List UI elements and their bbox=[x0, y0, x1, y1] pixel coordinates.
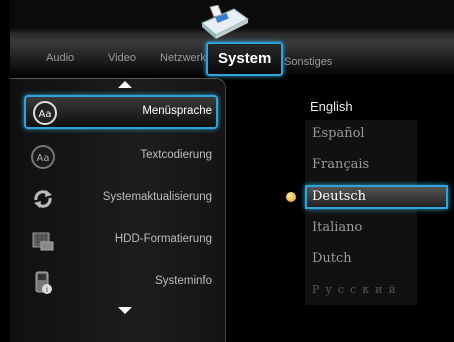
menu-item-label: Systeminfo bbox=[155, 275, 212, 287]
media-player-device-icon bbox=[201, 5, 249, 39]
menu-item-textcodierung[interactable]: Aa Textcodierung bbox=[20, 139, 216, 173]
language-option-russian[interactable]: Русский bbox=[312, 283, 402, 296]
current-language: English bbox=[310, 99, 353, 114]
category-tabs: Audio Video Netzwerk System Sonstiges bbox=[10, 42, 454, 78]
menu-item-label: HDD-Formatierung bbox=[114, 233, 212, 245]
svg-text:Aa: Aa bbox=[39, 109, 52, 120]
language-option-espanol[interactable]: Español bbox=[312, 126, 365, 141]
settings-screen: Audio Video Netzwerk System Sonstiges Aa… bbox=[0, 0, 454, 342]
language-option-francais[interactable]: Français bbox=[312, 157, 369, 172]
menu-item-hdd-formatierung[interactable]: HDD-Formatierung bbox=[20, 223, 216, 257]
system-info-icon: i bbox=[35, 271, 52, 294]
menu-item-label: Systemaktualisierung bbox=[102, 191, 212, 203]
svg-text:Aa: Aa bbox=[37, 153, 50, 164]
language-option-dutch[interactable]: Dutch bbox=[312, 251, 352, 266]
language-list-panel bbox=[305, 120, 417, 305]
language-option-deutsch[interactable]: Deutsch bbox=[305, 185, 448, 209]
menu-item-systeminfo[interactable]: i Systeminfo bbox=[20, 265, 216, 299]
scroll-up-arrow-icon[interactable] bbox=[118, 81, 132, 88]
language-aa-icon: Aa bbox=[33, 101, 57, 125]
tab-netzwerk[interactable]: Netzwerk bbox=[160, 52, 210, 64]
selected-bullet-icon bbox=[286, 192, 296, 202]
refresh-arrows-icon bbox=[34, 190, 52, 208]
tab-video[interactable]: Video bbox=[108, 52, 136, 64]
menu-item-label: Textcodierung bbox=[140, 149, 212, 161]
tab-audio[interactable]: Audio bbox=[46, 52, 74, 64]
hdd-format-icon bbox=[32, 232, 54, 251]
system-menu-panel: Aa Menüsprache Aa Textcodierung Systemak… bbox=[10, 78, 226, 342]
language-option-italiano[interactable]: Italiano bbox=[312, 220, 362, 235]
svg-text:i: i bbox=[46, 286, 48, 294]
menu-item-menuesprache[interactable]: Aa Menüsprache bbox=[24, 95, 218, 129]
menu-item-systemaktualisierung[interactable]: Systemaktualisierung bbox=[20, 181, 216, 215]
text-encoding-aa-icon: Aa bbox=[31, 145, 55, 169]
menu-item-label: Menüsprache bbox=[142, 105, 212, 117]
scroll-down-arrow-icon[interactable] bbox=[118, 307, 132, 314]
tab-sonstiges[interactable]: Sonstiges bbox=[284, 56, 332, 68]
tab-system[interactable]: System bbox=[206, 42, 284, 76]
